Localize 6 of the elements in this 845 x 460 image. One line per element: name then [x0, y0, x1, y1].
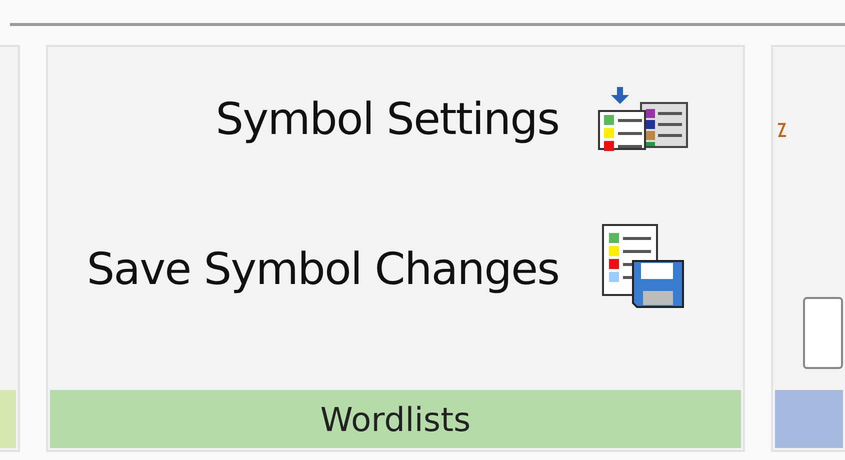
group-footer: Wordlists: [50, 390, 741, 448]
save-button[interactable]: Save Symbol Changes: [86, 223, 689, 315]
settings-button[interactable]: Symbol Settings: [216, 87, 689, 151]
symbol-list-icon: [597, 87, 689, 151]
input-field[interactable]: [803, 297, 843, 369]
glyph-icon: [778, 121, 786, 137]
